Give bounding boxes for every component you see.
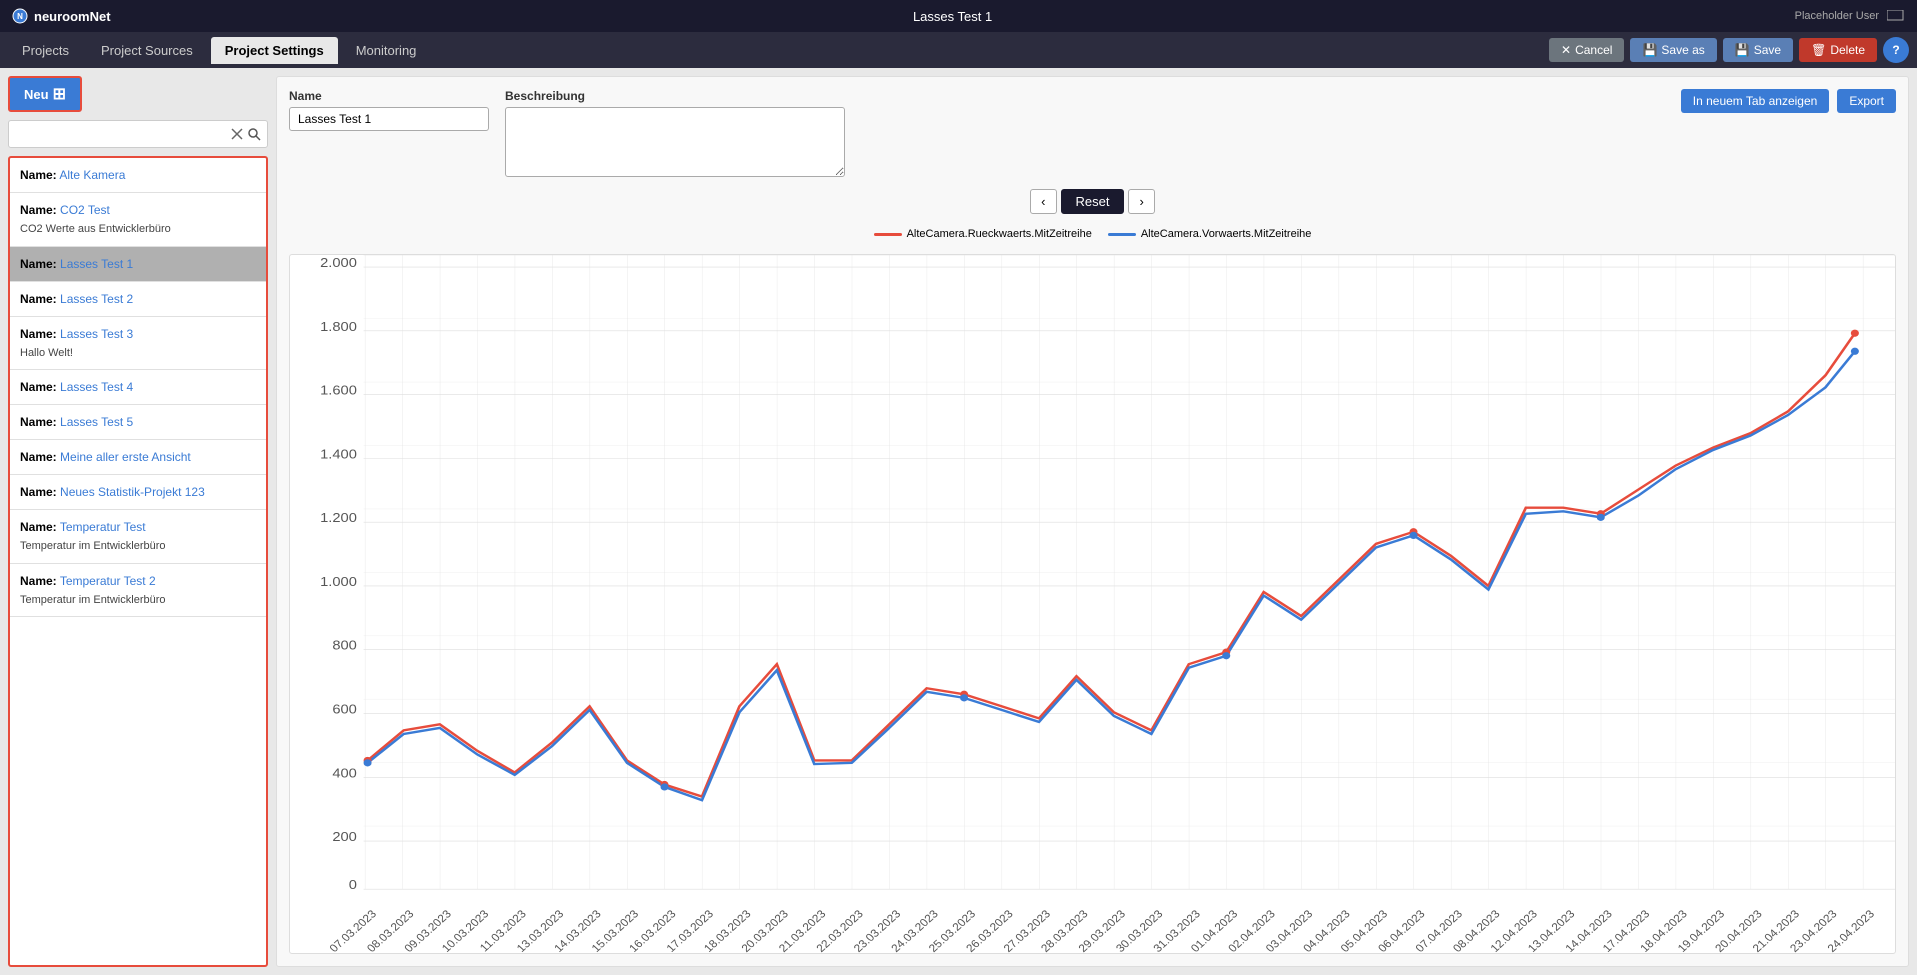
save-as-button[interactable]: 💾 Save as <box>1630 38 1716 62</box>
saveas-icon: 💾 <box>1642 43 1657 57</box>
window-controls-icon <box>1887 10 1905 22</box>
list-item[interactable]: Name: Meine aller erste Ansicht <box>10 440 266 475</box>
save-button[interactable]: 💾 Save <box>1723 38 1793 62</box>
chart-reset-button[interactable]: Reset <box>1061 189 1125 214</box>
export-button[interactable]: Export <box>1837 89 1896 113</box>
svg-text:1.600: 1.600 <box>320 382 357 397</box>
list-item[interactable]: Name: Neues Statistik-Projekt 123 <box>10 475 266 510</box>
name-label: Name <box>289 89 489 103</box>
tab-project-sources[interactable]: Project Sources <box>87 37 207 64</box>
chart-svg: 2.000 1.800 1.600 1.400 1.200 1.000 800 … <box>290 255 1895 953</box>
svg-text:1.000: 1.000 <box>320 574 357 589</box>
tab-project-settings[interactable]: Project Settings <box>211 37 338 64</box>
list-item[interactable]: Name: Alte Kamera <box>10 158 266 193</box>
list-item[interactable]: Name: CO2 Test CO2 Werte aus Entwicklerb… <box>10 193 266 247</box>
svg-text:600: 600 <box>332 701 357 716</box>
svg-text:1.400: 1.400 <box>320 446 357 461</box>
delete-button[interactable]: 🗑 Delete <box>1799 38 1877 62</box>
svg-text:200: 200 <box>332 829 357 844</box>
search-bar <box>8 120 268 148</box>
close-icon <box>231 128 243 140</box>
list-item[interactable]: Name: Lasses Test 2 <box>10 282 266 317</box>
open-tab-button[interactable]: In neuem Tab anzeigen <box>1681 89 1830 113</box>
svg-text:2.000: 2.000 <box>320 255 357 270</box>
legend-blue-line <box>1108 233 1136 236</box>
chart-legend: AlteCamera.Rueckwaerts.MitZeitreihe Alte… <box>289 228 1896 240</box>
svg-text:1.800: 1.800 <box>320 319 357 334</box>
cancel-button[interactable]: ✕ Cancel <box>1549 38 1624 62</box>
nav-bar: Projects Project Sources Project Setting… <box>0 32 1917 68</box>
desc-textarea[interactable] <box>505 107 845 177</box>
top-bar: N neuroomNet Lasses Test 1 Placeholder U… <box>0 0 1917 32</box>
form-row: Name Beschreibung <box>289 89 845 177</box>
list-item[interactable]: Name: Lasses Test 4 <box>10 370 266 405</box>
right-panel: Name Beschreibung In neuem Tab anzeigen … <box>276 76 1909 967</box>
list-item[interactable]: Name: Temperatur Test Temperatur im Entw… <box>10 510 266 564</box>
left-panel: Neu ⊞ Name: Alte Kamera <box>8 76 268 967</box>
nav-tabs: Projects Project Sources Project Setting… <box>8 37 430 64</box>
tab-monitoring[interactable]: Monitoring <box>342 37 431 64</box>
list-item[interactable]: Name: Temperatur Test 2 Temperatur im En… <box>10 564 266 618</box>
search-input[interactable] <box>13 127 229 141</box>
list-item[interactable]: Name: Lasses Test 3 Hallo Welt! <box>10 317 266 371</box>
chart-actions: In neuem Tab anzeigen Export <box>1681 89 1896 113</box>
name-field-group: Name <box>289 89 489 131</box>
help-button[interactable]: ? <box>1883 37 1909 63</box>
name-input[interactable] <box>289 107 489 131</box>
new-button-row: Neu ⊞ <box>8 76 268 112</box>
desc-label: Beschreibung <box>505 89 845 103</box>
chart-nav: ‹ Reset › <box>289 189 1896 214</box>
main-container: Neu ⊞ Name: Alte Kamera <box>0 68 1917 975</box>
list-item[interactable]: Name: Lasses Test 5 <box>10 405 266 440</box>
svg-text:N: N <box>17 12 23 21</box>
project-list: Name: Alte Kamera Name: CO2 Test CO2 Wer… <box>8 156 268 967</box>
header-actions: ✕ Cancel 💾 Save as 💾 Save 🗑 Delete ? <box>1549 37 1909 63</box>
tab-projects[interactable]: Projects <box>8 37 83 64</box>
svg-text:400: 400 <box>332 765 357 780</box>
user-info: Placeholder User <box>1795 10 1905 22</box>
svg-text:800: 800 <box>332 637 357 652</box>
chart-prev-button[interactable]: ‹ <box>1030 189 1056 214</box>
search-clear-button[interactable] <box>229 126 245 142</box>
list-item-active[interactable]: Name: Lasses Test 1 <box>10 247 266 282</box>
plus-icon: ⊞ <box>53 84 66 104</box>
cancel-icon: ✕ <box>1561 43 1571 57</box>
chart-container: 2.000 1.800 1.600 1.400 1.200 1.000 800 … <box>289 254 1896 954</box>
search-button[interactable] <box>245 125 263 143</box>
delete-icon: 🗑 <box>1811 43 1826 57</box>
save-icon: 💾 <box>1735 43 1750 57</box>
legend-blue: AlteCamera.Vorwaerts.MitZeitreihe <box>1108 228 1312 240</box>
svg-text:0: 0 <box>349 877 357 892</box>
svg-text:1.200: 1.200 <box>320 510 357 525</box>
desc-field-group: Beschreibung <box>505 89 845 177</box>
new-project-button[interactable]: Neu ⊞ <box>8 76 82 112</box>
legend-red: AlteCamera.Rueckwaerts.MitZeitreihe <box>874 228 1092 240</box>
chart-next-button[interactable]: › <box>1128 189 1154 214</box>
window-title: Lasses Test 1 <box>913 9 992 24</box>
app-logo: N neuroomNet <box>12 8 111 24</box>
search-icon <box>247 127 261 141</box>
logo-icon: N <box>12 8 28 24</box>
legend-red-line <box>874 233 902 236</box>
